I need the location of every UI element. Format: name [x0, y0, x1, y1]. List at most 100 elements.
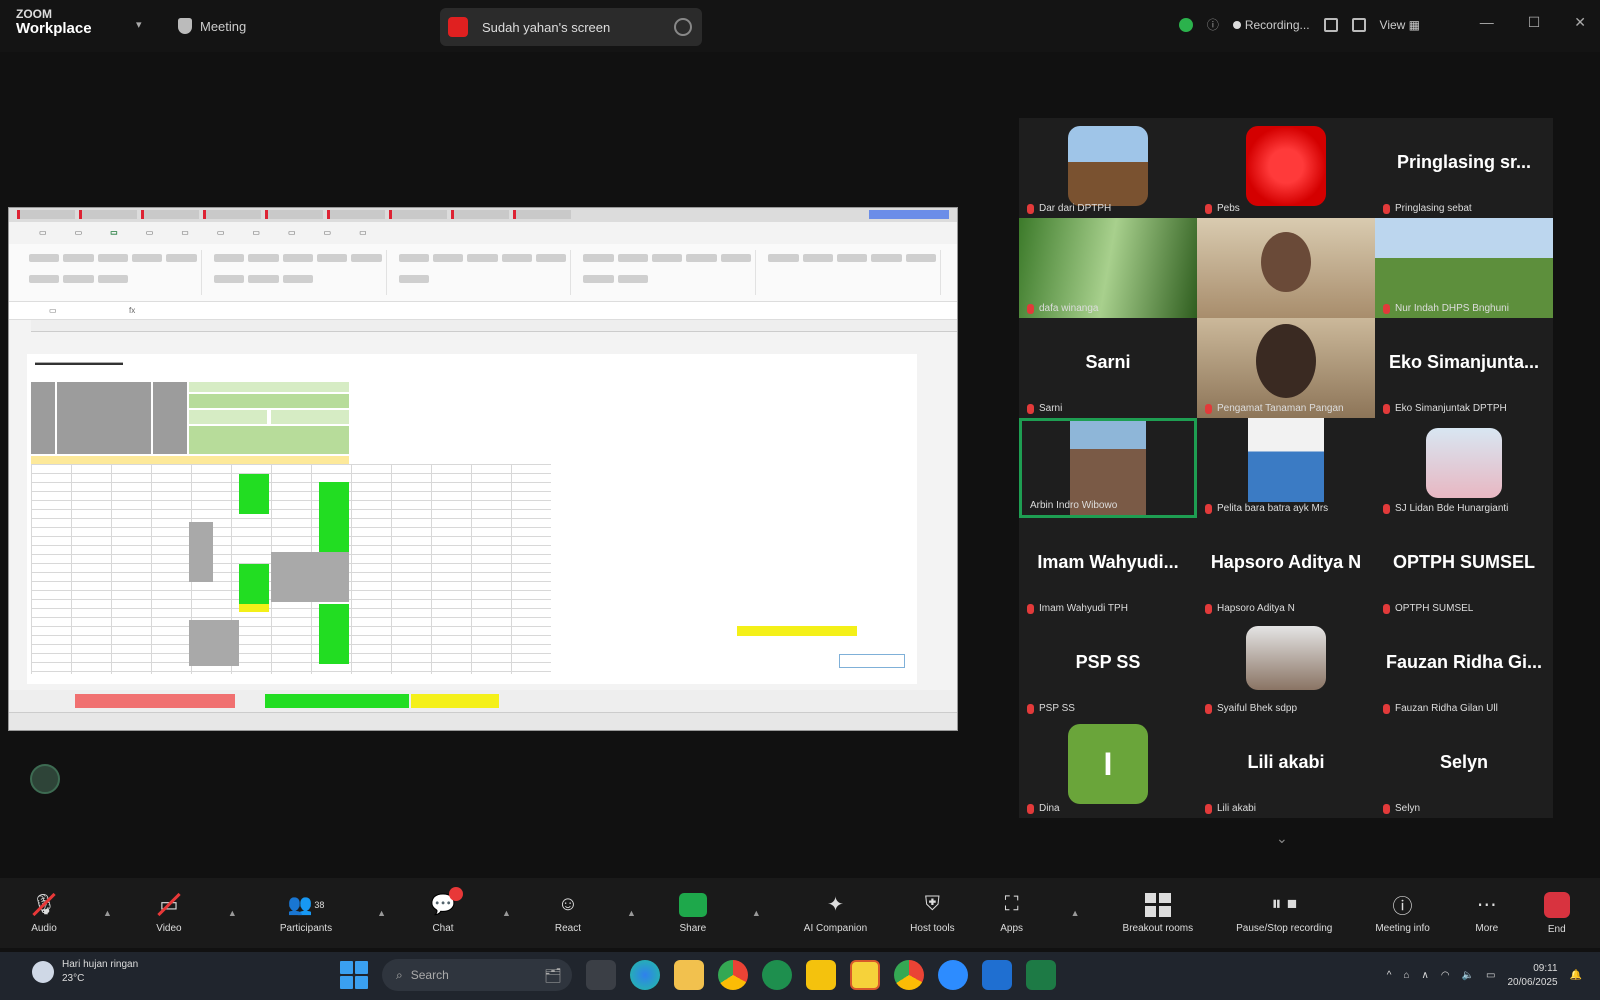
browser-tabs: [9, 208, 957, 222]
participant-tile[interactable]: Imam Wahyudi... Imam Wahyudi TPH: [1019, 518, 1197, 618]
participants-button[interactable]: 👥 38 Participants: [280, 893, 332, 934]
participant-tile[interactable]: Nur Indah DHPS Bnghuni: [1375, 218, 1553, 318]
participant-tile[interactable]: Pringlasing sr... Pringlasing sebat: [1375, 118, 1553, 218]
participant-gallery: Dar dari DPTPH Pebs Pringlasing sr... Pr…: [1019, 118, 1553, 818]
participant-tile[interactable]: Dar dari DPTPH: [1019, 118, 1197, 218]
microphone-icon: 🎙: [30, 892, 58, 917]
weather-widget[interactable]: Hari hujan ringan 23°C: [32, 958, 138, 986]
weather-condition: Hari hujan ringan: [62, 959, 139, 970]
sheet-tab[interactable]: [265, 694, 409, 708]
host-tools-button[interactable]: ⛨ Host tools: [910, 893, 954, 934]
participant-photo: [1068, 126, 1148, 206]
edge-icon[interactable]: [762, 960, 792, 990]
participant-name-display: Imam Wahyudi...: [1037, 552, 1179, 572]
participant-tile[interactable]: Fauzan Ridha Gi... Fauzan Ridha Gilan Ul…: [1375, 618, 1553, 718]
more-button[interactable]: ⋯ More: [1473, 893, 1501, 934]
participant-photo: [1426, 428, 1502, 498]
maximize-icon[interactable]: ☐: [1528, 14, 1541, 31]
info-icon[interactable]: ⓘ: [1207, 16, 1219, 33]
participant-tile[interactable]: Eko Simanjunta... Eko Simanjuntak DPTPH: [1375, 318, 1553, 418]
chrome-icon[interactable]: [718, 960, 748, 990]
participant-tile[interactable]: I Dina: [1019, 718, 1197, 818]
share-button[interactable]: Share: [678, 892, 707, 934]
apps-icon: ⛶: [1004, 893, 1019, 915]
participant-tile[interactable]: [1197, 218, 1375, 318]
participant-tile[interactable]: Pebs: [1197, 118, 1375, 218]
audio-button[interactable]: 🎙 Audio: [30, 892, 58, 934]
windows-start-icon[interactable]: [340, 961, 368, 989]
participants-options-caret[interactable]: ▲: [377, 908, 386, 918]
view-button[interactable]: View ▦: [1380, 18, 1420, 32]
sheet-tab[interactable]: [75, 694, 235, 708]
excel-icon[interactable]: [1026, 960, 1056, 990]
network-icon[interactable]: ⌂: [1403, 970, 1409, 981]
language-icon[interactable]: ∧: [1422, 970, 1429, 981]
taskbar-search-input[interactable]: ⌕ Search 🗂: [382, 959, 572, 991]
participant-tile[interactable]: Pelita bara batra ayk Mrs: [1197, 418, 1375, 518]
chrome-profile-icon[interactable]: [894, 960, 924, 990]
meeting-top-bar: ZOOM Workplace ▾ Meeting Sudah yahan's s…: [0, 0, 1600, 52]
sticky-notes-icon[interactable]: [850, 960, 880, 990]
participant-tile[interactable]: SJ Lidan Bde Hunargianti: [1375, 418, 1553, 518]
volume-icon[interactable]: 🔈: [1462, 970, 1474, 981]
notes-icon[interactable]: [806, 960, 836, 990]
react-options-caret[interactable]: ▲: [627, 908, 636, 918]
react-button[interactable]: ☺ React: [554, 893, 582, 934]
gallery-next-page-icon[interactable]: ⌄: [1276, 830, 1288, 847]
zoom-icon[interactable]: [938, 960, 968, 990]
pause-recording-icon[interactable]: [1323, 17, 1338, 32]
options-icon[interactable]: [674, 18, 692, 36]
annotation-tool-button[interactable]: [30, 764, 60, 794]
battery-icon[interactable]: ▭: [1486, 970, 1495, 981]
meeting-info-toolbar-button[interactable]: ⓘ Meeting info: [1375, 893, 1429, 934]
participant-tile[interactable]: PSP SS PSP SS: [1019, 618, 1197, 718]
copilot-icon[interactable]: [630, 960, 660, 990]
pause-stop-recording-button[interactable]: ⏸ ⏹ Pause/Stop recording: [1236, 893, 1332, 934]
participant-tile[interactable]: dafa winanga: [1019, 218, 1197, 318]
participant-tile[interactable]: Syaiful Bhek sdpp: [1197, 618, 1375, 718]
participant-name-display: Sarni: [1085, 352, 1131, 372]
breakout-rooms-button[interactable]: Breakout rooms: [1123, 892, 1193, 934]
chat-icon: 💬: [429, 886, 464, 917]
minimize-icon[interactable]: —: [1480, 14, 1494, 31]
video-button[interactable]: ▭ Video: [155, 892, 183, 934]
participant-name-display: Selyn: [1439, 752, 1489, 772]
sheet-tab[interactable]: [411, 694, 499, 708]
share-options-caret[interactable]: ▲: [752, 908, 761, 918]
apps-options-caret[interactable]: ▲: [1071, 908, 1080, 918]
notification-icon[interactable]: 🔔: [1570, 970, 1582, 981]
shield-icon: ⛨: [924, 893, 940, 915]
ai-sparkle-icon: ✦: [827, 894, 844, 916]
meeting-info-button[interactable]: Meeting: [178, 18, 246, 34]
outlook-icon[interactable]: [982, 960, 1012, 990]
chat-button[interactable]: 💬 Chat: [429, 886, 464, 934]
chevron-up-icon[interactable]: ^: [1387, 970, 1392, 981]
encryption-icon[interactable]: [1178, 17, 1193, 32]
camera-icon: ▭: [155, 892, 183, 917]
ai-companion-button[interactable]: ✦ AI Companion: [804, 893, 867, 934]
zoom-logo: ZOOM Workplace: [16, 8, 92, 36]
file-explorer-icon[interactable]: [674, 960, 704, 990]
active-speaker-tile[interactable]: Arbin Indro Wibowo: [1019, 418, 1197, 518]
participant-tile[interactable]: Lili akabi Lili akabi: [1197, 718, 1375, 818]
clock[interactable]: 09:11 20/06/2025: [1507, 962, 1557, 989]
task-view-icon[interactable]: [586, 960, 616, 990]
screen-share-banner[interactable]: Sudah yahan's screen: [440, 8, 702, 46]
participant-tile[interactable]: OPTPH SUMSEL OPTPH SUMSEL: [1375, 518, 1553, 618]
audio-options-caret[interactable]: ▲: [103, 908, 112, 918]
apps-button[interactable]: ⛶ Apps: [998, 893, 1026, 934]
participant-tile[interactable]: Sarni Sarni: [1019, 318, 1197, 418]
participant-name-display: Fauzan Ridha Gi...: [1385, 652, 1542, 672]
participant-tile[interactable]: Hapsoro Aditya N Hapsoro Aditya N: [1197, 518, 1375, 618]
chevron-down-icon[interactable]: ▾: [136, 18, 142, 31]
end-call-icon: [1543, 891, 1570, 918]
chat-options-caret[interactable]: ▲: [502, 908, 511, 918]
stop-recording-icon[interactable]: [1351, 17, 1366, 32]
participant-tile[interactable]: Pengamat Tanaman Pangan: [1197, 318, 1375, 418]
end-button[interactable]: End: [1543, 891, 1570, 935]
participant-name-display: PSP SS: [1075, 652, 1141, 672]
participant-tile[interactable]: Selyn Selyn: [1375, 718, 1553, 818]
wifi-icon[interactable]: ◠: [1441, 970, 1450, 981]
video-options-caret[interactable]: ▲: [228, 908, 237, 918]
close-icon[interactable]: ✕: [1574, 14, 1586, 31]
